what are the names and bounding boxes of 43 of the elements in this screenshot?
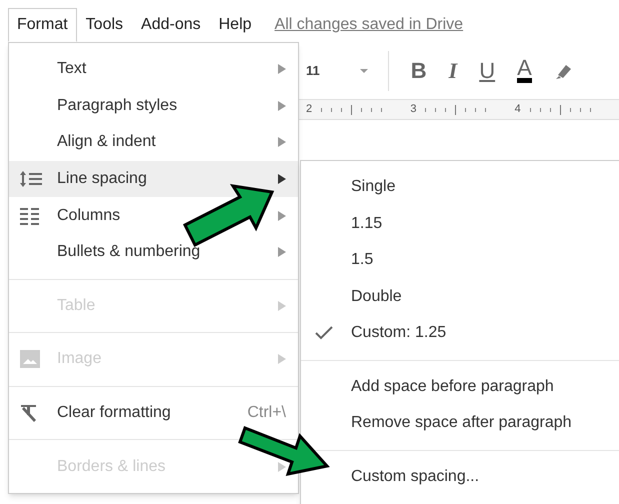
submenu-arrow-icon (278, 174, 286, 184)
save-status-link[interactable]: All changes saved in Drive (274, 13, 464, 37)
image-icon (19, 349, 41, 370)
menu-item[interactable]: Paragraph styles (9, 88, 298, 124)
bold-button[interactable]: B (410, 54, 427, 87)
submenu-arrow-icon (278, 354, 286, 364)
menu-item[interactable]: Align & indent (9, 124, 298, 161)
menu-item[interactable]: Custom spacing... (301, 458, 619, 495)
menu[interactable]: Help (210, 8, 261, 42)
menu-item[interactable]: Custom: 1.25 (301, 315, 619, 352)
line-spacing-icon (19, 169, 43, 190)
menu-item[interactable]: Add space before paragraph (301, 368, 619, 405)
menu-item[interactable]: 1.5 (301, 242, 619, 278)
menu-item[interactable]: Text (9, 51, 298, 88)
italic-button[interactable]: I (448, 54, 458, 87)
menu-item[interactable]: Remove space after paragraph (301, 405, 619, 442)
submenu-arrow-icon (278, 210, 286, 221)
menu-item[interactable]: Double (301, 278, 619, 315)
columns-icon (19, 206, 41, 226)
submenu-arrow-icon (278, 462, 286, 472)
text-color-button[interactable]: A (517, 58, 532, 83)
menu[interactable]: Tools (76, 8, 132, 42)
menu-item[interactable]: Single (301, 169, 619, 206)
font-size-value[interactable]: 11 (306, 60, 320, 80)
submenu-arrow-icon (278, 64, 286, 74)
submenu-arrow-icon (278, 300, 286, 311)
menu-item[interactable]: Bullets & numbering (9, 234, 298, 271)
ruler-number: 4 (514, 102, 521, 118)
dropdown-icon[interactable] (360, 68, 368, 72)
clear-formatting-icon (19, 403, 39, 424)
menu-item[interactable]: Clear formatting Ctrl+\ (9, 394, 298, 432)
menu-item[interactable]: Columns (9, 197, 298, 234)
submenu-arrow-icon (278, 100, 286, 111)
ruler-number: 3 (410, 102, 416, 118)
menu-item[interactable]: 1.15 (301, 206, 619, 242)
shortcut-label: Ctrl+\ (247, 403, 286, 424)
submenu-arrow-icon (278, 247, 286, 258)
submenu-arrow-icon (278, 137, 286, 148)
underline-button[interactable]: U (479, 54, 496, 87)
menu-item[interactable]: Line spacing (9, 160, 298, 198)
menu[interactable]: Format (8, 8, 77, 42)
menu[interactable]: Add-ons (132, 8, 210, 42)
ruler-number: 2 (306, 102, 312, 118)
